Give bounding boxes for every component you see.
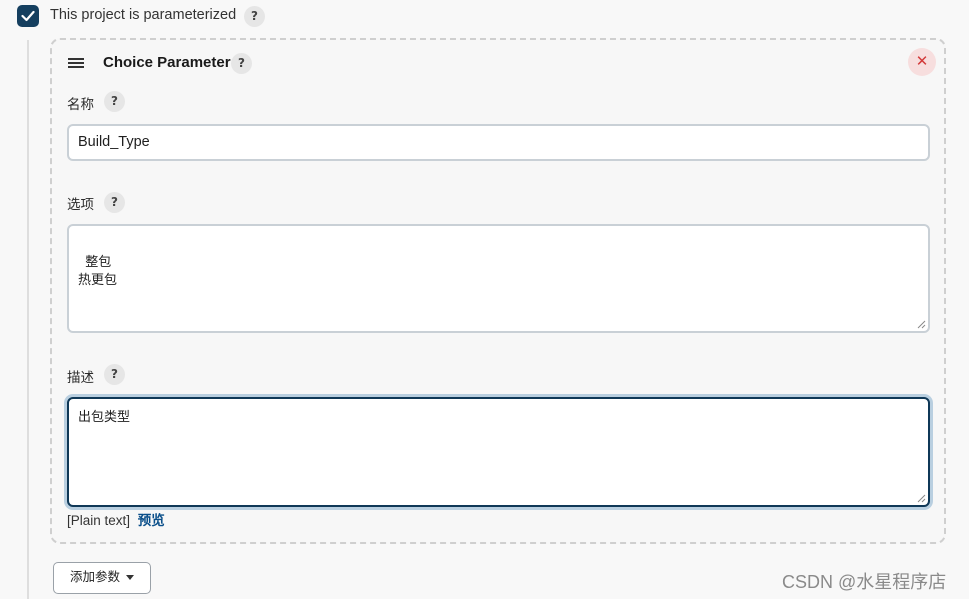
choices-label: 选项 [67,197,94,212]
choices-text: 整包 热更包 [78,254,118,287]
help-icon[interactable]: ? [231,53,252,74]
parameter-type-title: Choice Parameter [103,54,231,71]
resize-grip-icon[interactable] [917,320,926,329]
description-textarea[interactable]: 出包类型 [67,397,930,507]
resize-grip-icon[interactable] [917,494,926,503]
parameterized-checkbox[interactable] [17,5,39,27]
drag-handle-icon[interactable] [68,58,84,68]
preview-link[interactable]: 预览 [138,513,165,528]
description-label: 描述 [67,370,94,385]
add-parameter-label: 添加参数 [69,570,120,584]
watermark: CSDN @水星程序店 [782,572,947,592]
help-icon[interactable]: ? [104,364,125,385]
help-icon[interactable]: ? [104,91,125,112]
help-icon[interactable]: ? [104,192,125,213]
nesting-line [27,40,29,599]
add-parameter-button[interactable]: 添加参数 [53,562,151,594]
check-icon [21,10,35,22]
close-icon[interactable]: ✕ [908,48,936,76]
parameterized-label: This project is parameterized [50,7,237,23]
markup-format: [Plain text] 预览 [67,509,165,529]
plain-text-label: [Plain text] [67,513,131,528]
name-label: 名称 [67,97,94,112]
caret-down-icon [126,575,134,581]
description-text: 出包类型 [78,409,131,424]
help-icon[interactable]: ? [244,6,265,27]
choices-textarea[interactable]: 整包 热更包 [67,224,930,333]
name-input[interactable]: Build_Type [67,124,930,161]
